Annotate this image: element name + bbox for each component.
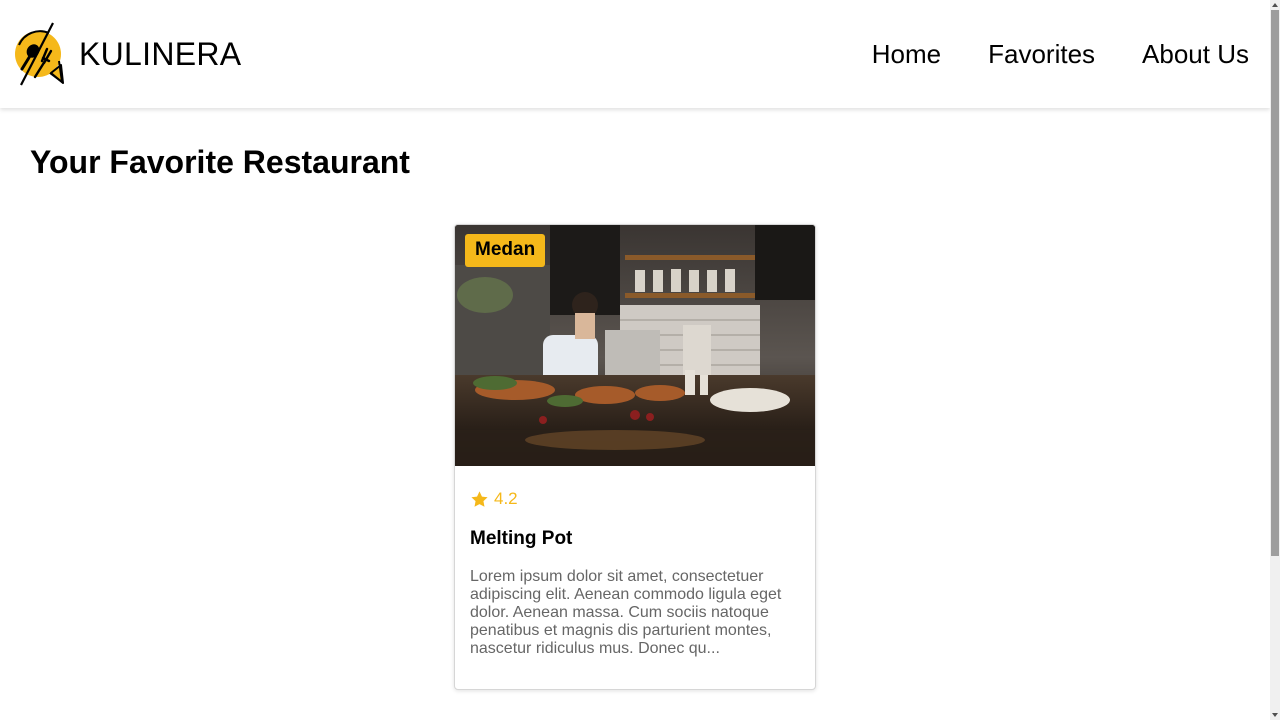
restaurant-logo-icon [15,22,64,86]
scrollbar-thumb[interactable] [1271,10,1279,556]
vertical-scrollbar[interactable] [1270,0,1280,720]
restaurant-name[interactable]: Melting Pot [470,528,800,550]
brand-name: KULINERA [79,35,242,72]
nav-link-home[interactable]: Home [872,39,941,70]
restaurant-image: Medan [455,225,815,466]
rating-value: 4.2 [494,489,518,508]
city-badge: Medan [465,234,546,267]
page-title: Your Favorite Restaurant [30,144,410,180]
scroll-down-arrow-icon[interactable] [1271,711,1279,719]
restaurant-description: Lorem ipsum dolor sit amet, consectetuer… [470,568,782,657]
rating: 4.2 [470,488,800,510]
page: KULINERA Home Favorites About Us Your Fa… [0,0,1280,720]
card-body: 4.2 Melting Pot Lorem ipsum dolor sit am… [455,488,815,658]
star-icon [471,490,488,507]
scroll-up-arrow-icon[interactable] [1271,1,1279,9]
brand-link[interactable]: KULINERA [13,21,241,87]
restaurant-card[interactable]: Medan 4.2 Melting Pot Lorem ipsum dolor … [454,224,816,690]
nav-link-favorites[interactable]: Favorites [988,39,1095,70]
nav-link-about-us[interactable]: About Us [1142,39,1249,70]
app-bar: KULINERA Home Favorites About Us [0,0,1270,108]
main-nav: Home Favorites About Us [825,0,1249,108]
